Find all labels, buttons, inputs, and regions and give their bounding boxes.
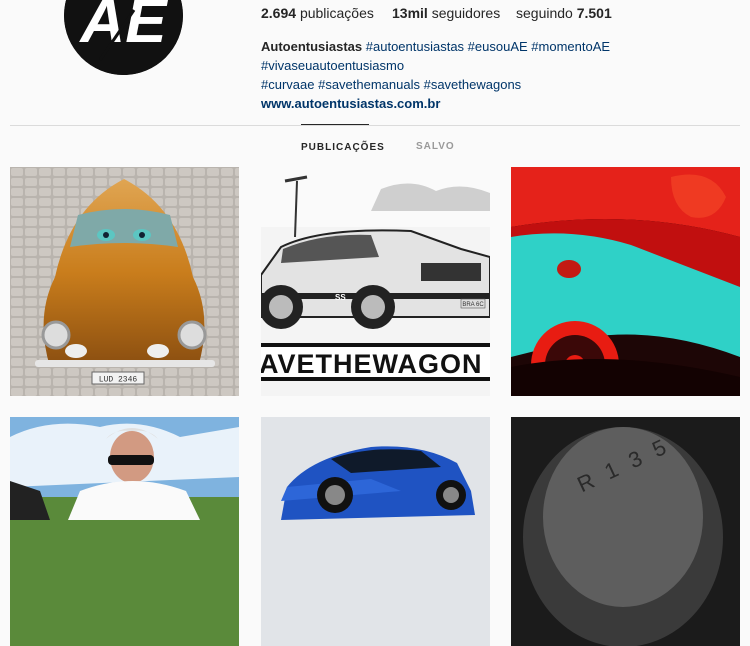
post-orange-beetle[interactable]: LUD 2346	[10, 167, 239, 396]
beetle-photo: LUD 2346	[10, 167, 239, 396]
post-driver-portrait[interactable]	[10, 417, 239, 646]
gear-knob-photo: R 1 3 5	[511, 417, 740, 646]
red-cyan-car-art	[511, 167, 740, 396]
svg-text:LUD 2346: LUD 2346	[99, 376, 138, 385]
post-gear-knob[interactable]: R 1 3 5	[511, 417, 740, 646]
svg-text:AVETHEWAGON: AVETHEWAGON	[261, 349, 483, 379]
bio-hashtags-line2[interactable]: #curvaae #savethemanuals #savethewagons	[261, 77, 521, 92]
profile-avatar[interactable]: AE	[64, 0, 183, 75]
svg-text:SS: SS	[335, 293, 346, 302]
svg-text:BRA 6C: BRA 6C	[462, 302, 484, 308]
wagon-photo: SS BRA 6C AVETHEWAGON	[261, 167, 490, 396]
post-red-cyan-art[interactable]	[511, 167, 740, 396]
focus-photo	[261, 417, 490, 646]
profile-website-link[interactable]: www.autoentusiastas.com.br	[261, 94, 741, 113]
post-savethewagons[interactable]: SS BRA 6C AVETHEWAGON	[261, 167, 490, 396]
tabs-divider	[10, 125, 740, 126]
post-blue-focus[interactable]	[261, 417, 490, 646]
tab-saved[interactable]: SALVO	[416, 124, 454, 156]
followers-count[interactable]: 13mil seguidores	[392, 5, 500, 21]
tab-posts[interactable]: PUBLICAÇÕES	[301, 124, 384, 157]
posts-count: 2.694 publicações	[261, 5, 374, 21]
ae-logo-icon: AE	[64, 0, 183, 75]
driver-photo	[10, 417, 239, 646]
profile-name: Autoentusiastas	[261, 39, 363, 54]
profile-bio: Autoentusiastas #autoentusiastas #eusouA…	[261, 37, 741, 113]
following-count[interactable]: seguindo 7.501	[516, 5, 612, 21]
